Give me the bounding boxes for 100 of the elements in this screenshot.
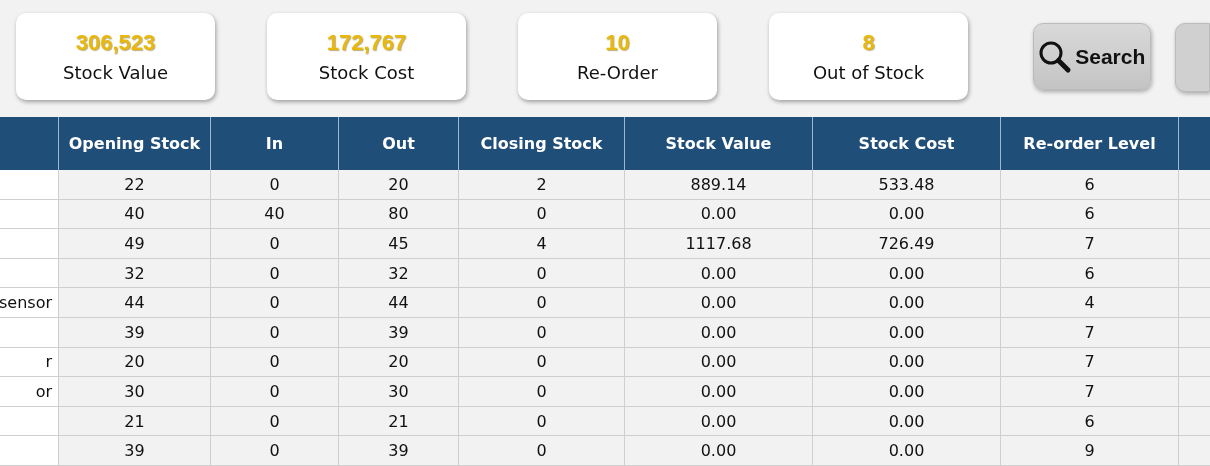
table-cell (0, 406, 58, 437)
table-cell (1178, 170, 1210, 200)
table-cell: 80 (338, 199, 458, 230)
column-header: In (210, 117, 338, 170)
table-cell: 0 (210, 377, 338, 407)
table-cell: 0 (458, 288, 624, 318)
table-cell: 4 (458, 229, 624, 259)
table-cell: 20 (338, 170, 458, 200)
table-cell (1178, 229, 1210, 259)
table-cell: 20 (338, 347, 458, 378)
table-cell (0, 199, 58, 230)
table-cell: 39 (338, 436, 458, 466)
table-cell: 0 (458, 406, 624, 437)
table-cell: 39 (338, 317, 458, 348)
table-cell: 2 (458, 170, 624, 200)
table-cell: 7 (1000, 317, 1178, 348)
table-cell (0, 229, 58, 259)
table-cell: 0 (458, 317, 624, 348)
table-cell: 44 (58, 288, 210, 318)
table-cell: 21 (338, 406, 458, 437)
table-cell: 20 (58, 347, 210, 378)
table-cell: 0.00 (812, 199, 1000, 230)
table-cell: 0.00 (624, 406, 812, 437)
column-header: Stock Cost (812, 117, 1000, 170)
card-label: Stock Cost (318, 62, 415, 83)
table-cell: 0.00 (624, 199, 812, 230)
table-cell (1178, 199, 1210, 230)
table-cell: 0 (210, 436, 338, 466)
table-cell: 21 (58, 406, 210, 437)
search-icon (1038, 39, 1073, 74)
table-cell: 0 (458, 199, 624, 230)
table-cell: 32 (338, 258, 458, 289)
table-cell: 1117.68 (624, 229, 812, 259)
search-button[interactable]: Search (1033, 23, 1151, 90)
table-cell: 0 (210, 229, 338, 259)
table-cell: 32 (58, 258, 210, 289)
card-label: Re-Order (577, 62, 658, 83)
table-cell (1178, 317, 1210, 348)
table-cell (0, 258, 58, 289)
header-cell (0, 117, 58, 170)
table-cell: 30 (58, 377, 210, 407)
table-cell (1178, 436, 1210, 466)
toolbar-button[interactable] (1174, 23, 1210, 92)
table-cell (0, 436, 58, 466)
table-cell: 45 (338, 229, 458, 259)
table-cell: 0.00 (624, 377, 812, 407)
table-cell: 39 (58, 436, 210, 466)
table-cell (1178, 377, 1210, 407)
table-cell: 0.00 (812, 406, 1000, 437)
table-cell: 7 (1000, 377, 1178, 407)
table-cell: 0 (210, 258, 338, 289)
table-cell: 0.00 (812, 347, 1000, 378)
table-cell: 6 (1000, 406, 1178, 437)
table-cell (0, 170, 58, 200)
card-value: 8 (862, 30, 875, 56)
table-cell: 0.00 (624, 258, 812, 289)
table-cell: or (0, 377, 58, 407)
table-cell: 0 (210, 317, 338, 348)
table-cell: 0 (210, 406, 338, 437)
table-cell: 0 (458, 377, 624, 407)
table-cell: 533.48 (812, 170, 1000, 200)
table-cell: 0.00 (812, 288, 1000, 318)
column-header: Closing Stock (458, 117, 624, 170)
column-header: Opening Stock (58, 117, 210, 170)
table-cell: 0 (210, 288, 338, 318)
table-cell: 0 (458, 436, 624, 466)
table-cell: 22 (58, 170, 210, 200)
table-cell: 40 (210, 199, 338, 230)
table-cell: 0.00 (812, 436, 1000, 466)
table-cell: 0.00 (624, 436, 812, 466)
table-cell: 726.49 (812, 229, 1000, 259)
table-cell: 889.14 (624, 170, 812, 200)
table-cell: 0.00 (812, 317, 1000, 348)
table-cell: 0.00 (812, 377, 1000, 407)
column-header: Out (338, 117, 458, 170)
card-label: Out of Stock (812, 62, 925, 83)
table-cell (1178, 258, 1210, 289)
table-cell: 0 (458, 258, 624, 289)
table-cell: 6 (1000, 199, 1178, 230)
card-value: 306,523 (75, 30, 156, 56)
table-cell: 0.00 (624, 347, 812, 378)
table-cell: 6 (1000, 170, 1178, 200)
table-cell: 0.00 (624, 317, 812, 348)
column-header: Stock Value (624, 117, 812, 170)
table-cell (1178, 288, 1210, 318)
table-cell: 9 (1000, 436, 1178, 466)
table-cell: 0 (210, 347, 338, 378)
table-cell: 0.00 (624, 288, 812, 318)
card-value: 10 (605, 30, 630, 56)
header-cell (1178, 117, 1210, 170)
table-cell: 40 (58, 199, 210, 230)
table-cell: 6 (1000, 258, 1178, 289)
table-cell: r (0, 347, 58, 378)
table-cell: 0 (458, 347, 624, 378)
table-cell: 0.00 (812, 258, 1000, 289)
card-label: Stock Value (63, 62, 168, 83)
card-value: 172,767 (326, 30, 407, 56)
table-cell: 49 (58, 229, 210, 259)
table-cell (1178, 406, 1210, 437)
table-cell (0, 317, 58, 348)
